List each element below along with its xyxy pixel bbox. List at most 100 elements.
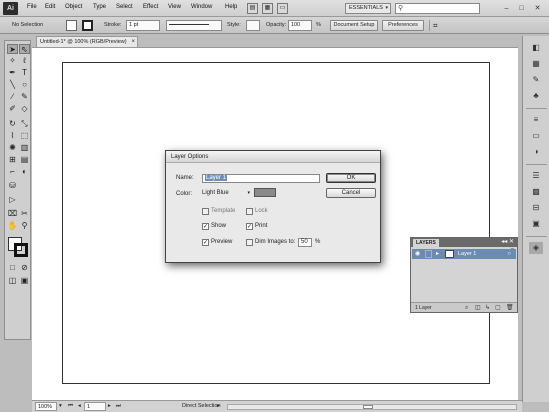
stroke-color-icon[interactable] xyxy=(14,243,28,257)
stroke-panel-icon[interactable]: ≡ xyxy=(529,114,543,126)
none-mode-icon[interactable]: ⊘ xyxy=(19,263,30,273)
eraser-tool-icon[interactable]: ◇ xyxy=(19,104,30,114)
new-sublayer-icon[interactable]: ↳ xyxy=(485,304,490,312)
artboard-prev-icon[interactable]: ◂ xyxy=(78,403,81,409)
dim-images-checkbox[interactable] xyxy=(246,239,253,246)
menu-window[interactable]: Window xyxy=(191,4,212,10)
delete-layer-icon[interactable]: 🗑 xyxy=(506,304,514,312)
ok-button[interactable]: OK xyxy=(326,173,376,183)
free-transform-tool-icon[interactable]: ⬚ xyxy=(19,131,30,141)
fill-swatch[interactable] xyxy=(66,20,77,31)
slice-tool-icon[interactable]: ⌧ xyxy=(7,209,18,219)
gradient-panel-icon[interactable]: ▭ xyxy=(529,130,543,142)
status-menu-icon[interactable]: ▸ xyxy=(217,403,220,409)
menu-type[interactable]: Type xyxy=(93,4,106,10)
pencil-tool-icon[interactable]: ✎ xyxy=(19,92,30,102)
symbol-sprayer-tool-icon[interactable]: ✺ xyxy=(7,143,18,153)
scale-tool-icon[interactable]: ⤡ xyxy=(19,119,30,129)
graph-tool-icon[interactable]: ▥ xyxy=(19,143,30,153)
zoom-tool-icon[interactable]: ⚲ xyxy=(19,221,30,231)
align-panel-icon[interactable]: ⊟ xyxy=(529,202,543,214)
artboard-first-icon[interactable]: ⏮ xyxy=(68,403,73,410)
maximize-icon[interactable]: □ xyxy=(515,3,528,14)
scissors-tool-icon[interactable]: ✂ xyxy=(19,209,30,219)
layer-row[interactable]: ◉ ▸ Layer 1 ○ xyxy=(412,249,516,259)
stroke-weight-field[interactable]: 1 pt xyxy=(126,20,160,31)
blob-brush-tool-icon[interactable]: ✐ xyxy=(7,104,18,114)
transparency-panel-icon[interactable]: ◑ xyxy=(529,146,543,158)
workspace-switcher[interactable]: ESSENTIALS xyxy=(345,3,391,14)
artboard-next-icon[interactable]: ▸ xyxy=(108,403,111,409)
artboard-field[interactable]: 1 xyxy=(84,402,106,411)
opacity-field[interactable]: 100 xyxy=(288,20,312,31)
layers-tab[interactable]: LAYERS xyxy=(413,239,439,247)
line-tool-icon[interactable]: ╲ xyxy=(7,80,18,90)
magic-wand-tool-icon[interactable]: ✧ xyxy=(7,56,18,66)
scrollbar-thumb[interactable] xyxy=(363,405,373,409)
gradient-tool-icon[interactable]: ▤ xyxy=(19,155,30,165)
template-checkbox[interactable] xyxy=(202,208,209,215)
arrange-icon[interactable]: ⌗ xyxy=(433,20,438,31)
lock-checkbox[interactable] xyxy=(246,208,253,215)
graphic-styles-panel-icon[interactable]: ▩ xyxy=(529,186,543,198)
bridge-icon[interactable]: ▤ xyxy=(247,3,258,14)
new-layer-icon[interactable]: ▢ xyxy=(495,304,501,312)
stroke-profile-select[interactable] xyxy=(166,20,222,31)
direct-selection-tool-icon[interactable]: ⇖ xyxy=(19,44,30,54)
symbols-panel-icon[interactable]: ♣ xyxy=(529,90,543,102)
menu-effect[interactable]: Effect xyxy=(143,4,158,10)
visibility-eye-icon[interactable]: ◉ xyxy=(415,250,420,258)
lock-toggle[interactable] xyxy=(425,250,432,258)
graphic-style-select[interactable] xyxy=(246,20,260,31)
menu-object[interactable]: Object xyxy=(65,4,82,10)
close-icon[interactable]: ✕ xyxy=(531,3,544,14)
lasso-tool-icon[interactable]: ℓ xyxy=(19,56,30,66)
pen-tool-icon[interactable]: ✒ xyxy=(7,68,18,78)
brushes-panel-icon[interactable]: ✎ xyxy=(529,74,543,86)
print-checkbox[interactable]: ✓ xyxy=(246,223,253,230)
menu-select[interactable]: Select xyxy=(116,4,133,10)
menu-help[interactable]: Help xyxy=(225,4,237,10)
menu-edit[interactable]: Edit xyxy=(45,4,55,10)
layer-color-swatch[interactable] xyxy=(254,188,276,197)
document-setup-button[interactable]: Document Setup xyxy=(330,20,378,31)
screen-mode-tool-icon[interactable]: ▣ xyxy=(19,276,30,286)
menu-file[interactable]: File xyxy=(27,4,37,10)
dim-images-input[interactable]: 50 xyxy=(298,238,312,247)
target-icon[interactable]: ○ xyxy=(507,250,511,258)
layer-name-input[interactable]: Layer 1 xyxy=(202,174,320,183)
zoom-dropdown-icon[interactable]: ▾ xyxy=(59,403,62,409)
locate-object-icon[interactable]: ⌕ xyxy=(465,304,468,312)
color-select[interactable]: Light Blue ▾ xyxy=(202,189,250,198)
mesh-tool-icon[interactable]: ⊞ xyxy=(7,155,18,165)
paintbrush-tool-icon[interactable]: ∕ xyxy=(7,92,18,102)
horizontal-scrollbar[interactable] xyxy=(227,404,517,410)
artboard-last-icon[interactable]: ⏭ xyxy=(116,403,121,410)
arrange-documents-icon[interactable]: ▦ xyxy=(262,3,273,14)
draw-mode-icon[interactable]: ◫ xyxy=(7,276,18,286)
layers-panel-icon[interactable]: ◈ xyxy=(529,242,543,254)
expand-arrow-icon[interactable]: ▸ xyxy=(436,250,439,258)
menu-view[interactable]: View xyxy=(168,4,181,10)
live-paint-tool-icon[interactable]: ⛁ xyxy=(7,181,18,191)
cancel-button[interactable]: Cancel xyxy=(326,188,376,198)
color-panel-icon[interactable]: ◧ xyxy=(529,42,543,54)
hand-tool-icon[interactable]: ✋ xyxy=(7,221,18,231)
swatches-panel-icon[interactable]: ▦ xyxy=(529,58,543,70)
preview-checkbox[interactable]: ✓ xyxy=(202,239,209,246)
artboard-tool-icon[interactable]: ▷ xyxy=(7,195,18,205)
pathfinder-panel-icon[interactable]: ▣ xyxy=(529,218,543,230)
color-mode-icon[interactable]: □ xyxy=(7,263,18,273)
screen-mode-icon[interactable]: ▭ xyxy=(277,3,288,14)
search-input[interactable]: ⚲ xyxy=(395,3,480,14)
zoom-field[interactable]: 100% xyxy=(35,402,57,411)
ellipse-tool-icon[interactable]: ○ xyxy=(19,80,30,90)
type-tool-icon[interactable]: T xyxy=(19,68,30,78)
selection-tool-icon[interactable]: ➤ xyxy=(7,44,18,54)
panel-collapse-icon[interactable]: ◂◂ ✕ xyxy=(501,238,514,247)
rotate-tool-icon[interactable]: ↻ xyxy=(7,119,18,129)
blend-tool-icon[interactable]: ◐ xyxy=(19,167,30,177)
close-tab-icon[interactable]: × xyxy=(131,37,135,47)
minimize-icon[interactable]: – xyxy=(500,3,513,14)
eyedropper-tool-icon[interactable]: ⌐ xyxy=(7,167,18,177)
